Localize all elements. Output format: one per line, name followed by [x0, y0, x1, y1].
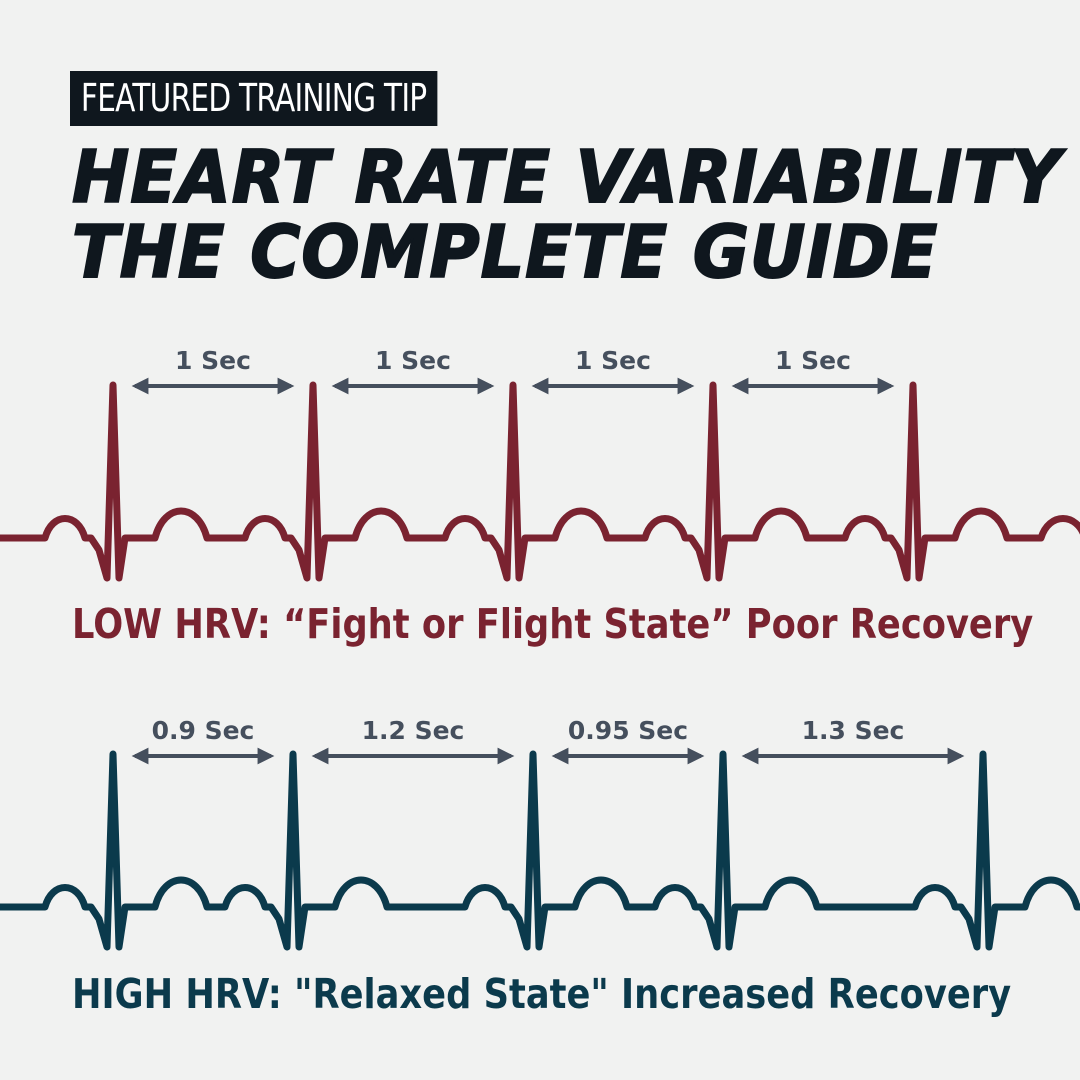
low-hrv-caption: LOW HRV: “Fight or Flight State” Poor Re…: [72, 600, 1034, 648]
interval-label: 0.95 Sec: [568, 716, 688, 745]
interval-label: 1.3 Sec: [802, 716, 905, 745]
high-hrv-caption: HIGH HRV: "Relaxed State" Increased Reco…: [72, 970, 1012, 1018]
interval-label: 1.2 Sec: [362, 716, 465, 745]
ecg-diagram: 1 Sec 1 Sec 1 Sec 1 Sec 0.9 Sec 1.2 Sec 0.95 …: [0, 346, 1080, 951]
high-hrv-trace: 0.9 Sec 1.2 Sec 0.95 Sec 1.3 Sec: [0, 716, 1080, 951]
interval-label: 1 Sec: [375, 346, 451, 375]
interval-label: 1 Sec: [775, 346, 851, 375]
interval-label: 1 Sec: [575, 346, 651, 375]
high-hrv-waveform: [0, 750, 1080, 951]
interval-label: 1 Sec: [175, 346, 251, 375]
low-hrv-waveform: [0, 381, 1080, 582]
low-hrv-trace: 1 Sec 1 Sec 1 Sec 1 Sec: [0, 346, 1080, 582]
interval-label: 0.9 Sec: [152, 716, 255, 745]
